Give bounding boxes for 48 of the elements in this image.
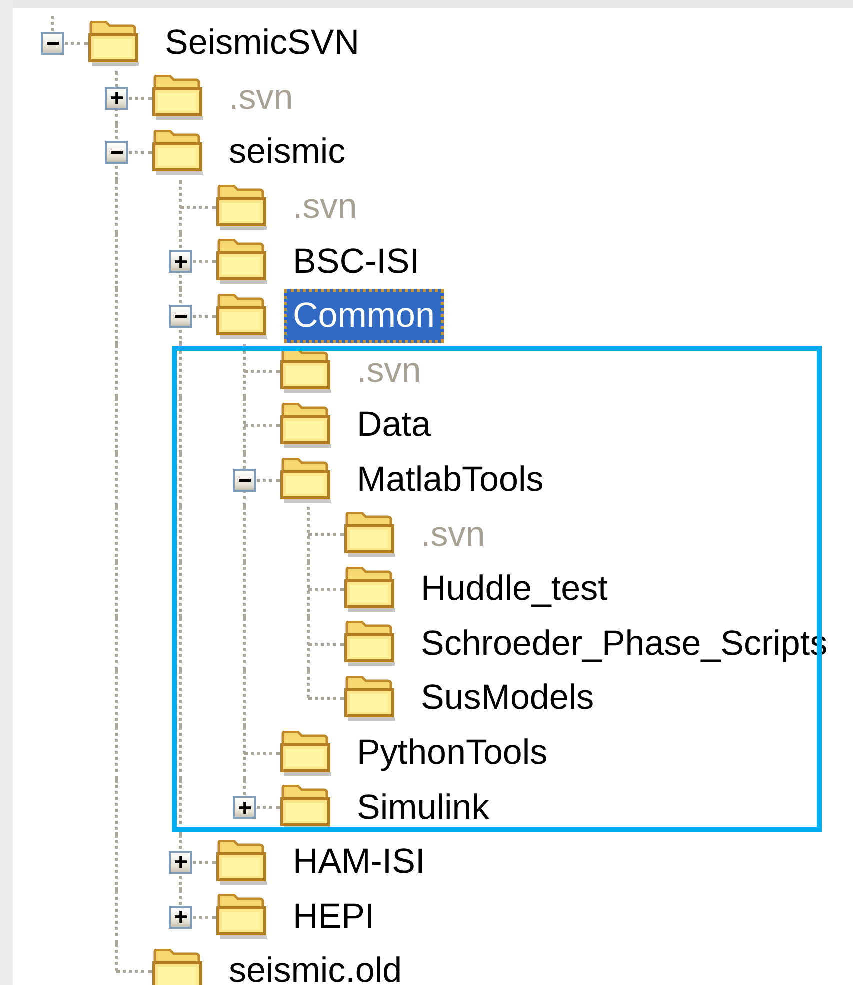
minus-icon	[110, 151, 122, 154]
folder-name[interactable]: HEPI	[284, 890, 384, 944]
expand-button[interactable]	[105, 86, 128, 110]
minus-icon	[238, 478, 250, 482]
plus-icon	[110, 92, 122, 104]
folder-name[interactable]: SeismicSVN	[156, 16, 368, 70]
plus-icon	[174, 856, 186, 868]
folder-name[interactable]: SusModels	[412, 671, 604, 726]
collapse-button[interactable]	[169, 304, 192, 328]
plus-icon	[238, 802, 250, 814]
folder-icon	[280, 348, 331, 394]
folder-name[interactable]: PythonTools	[348, 726, 557, 780]
expand-button[interactable]	[169, 250, 192, 274]
folder-icon	[280, 458, 331, 503]
minus-icon	[174, 314, 186, 318]
folder-icon	[344, 621, 395, 666]
plus-icon	[174, 911, 186, 923]
plus-icon	[174, 256, 186, 268]
folder-icon	[152, 130, 203, 175]
expand-button[interactable]	[169, 906, 192, 928]
folder-name[interactable]: HAM-ISI	[284, 835, 434, 890]
folder-icon	[216, 840, 267, 885]
folder-icon	[152, 948, 203, 985]
folder-icon	[216, 294, 267, 339]
folder-name[interactable]: Data	[348, 398, 440, 452]
folder-icon	[152, 75, 203, 120]
folder-icon	[344, 676, 395, 721]
folder-name[interactable]: Common	[284, 289, 444, 344]
folder-icon	[280, 730, 331, 776]
folder-icon	[344, 512, 395, 558]
collapse-button[interactable]	[105, 141, 128, 164]
folder-icon	[88, 20, 139, 66]
folder-icon	[280, 402, 331, 448]
collapse-button[interactable]	[41, 32, 64, 55]
folder-icon	[216, 184, 267, 230]
folder-name[interactable]: seismic.old	[220, 944, 412, 985]
folder-icon	[216, 894, 267, 940]
folder-name[interactable]: BSC-ISI	[284, 234, 428, 289]
expand-button[interactable]	[233, 796, 256, 820]
folder-icon	[344, 566, 395, 612]
collapse-button[interactable]	[233, 468, 256, 492]
minus-icon	[46, 42, 58, 45]
expand-button[interactable]	[169, 850, 192, 874]
folder-name[interactable]: Huddle_test	[412, 562, 617, 616]
folder-name[interactable]: Simulink	[348, 780, 498, 835]
folder-name[interactable]: MatlabTools	[348, 453, 553, 508]
folder-icon	[216, 239, 267, 284]
folder-name[interactable]: seismic	[220, 125, 355, 180]
